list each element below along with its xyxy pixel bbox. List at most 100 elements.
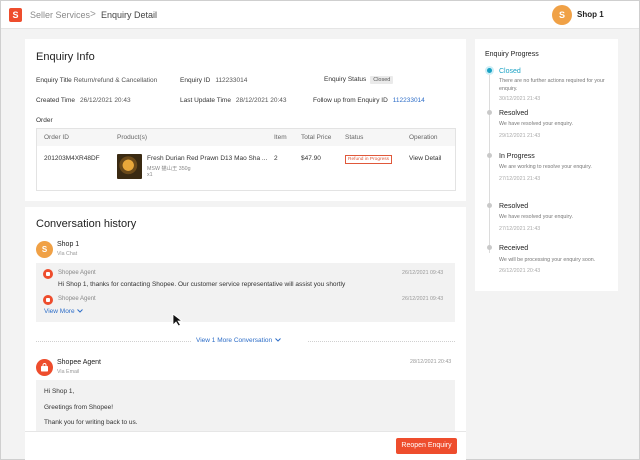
shopee-agent-icon [43,269,53,279]
user-avatar[interactable]: S [552,5,572,25]
last-update-label: Last Update Time [180,97,231,104]
thread-sender-name: Shop 1 [57,241,80,248]
last-update-value: 28/12/2021 20:43 [235,97,287,104]
thread-sender-name: Shopee Agent [57,359,101,366]
created-time-row: Created Time 26/12/2021 20:43 [36,97,131,104]
chevron-down-icon [77,309,84,313]
shopping-bag-icon [41,363,48,372]
item-cell: 2 [274,155,278,162]
app-window: S Seller Services > Enquiry Detail S Sho… [0,0,640,460]
shop-avatar: S [36,241,53,258]
step-desc: There are no further actions required fo… [499,78,605,92]
reopen-enquiry-button[interactable]: Reopen Enquiry [396,438,457,454]
col-item: Item [274,134,287,141]
product-image [117,154,142,179]
enquiry-title-label: Enquiry Title [36,77,72,84]
message-thread-box: Shopee Agent 26/12/2021 09:43 Hi Shop 1,… [36,263,455,322]
col-total-price: Total Price [301,134,332,141]
order-table: Order ID Product(s) Item Total Price Sta… [36,128,456,191]
step-desc: We are working to resolve your enquiry. [499,164,592,170]
mouse-cursor-icon [172,313,184,327]
enquiry-id-value: 112233014 [215,77,248,84]
step-desc: We will be processing your enquiry soon. [499,257,596,263]
enquiry-status-row: Enquiry Status Closed [324,76,394,84]
view-detail-link[interactable]: View Detail [409,155,441,162]
enquiry-title-value: Return/refund & Cancellation [73,77,158,84]
step-time: 26/12/2021 20:43 [499,268,541,274]
product-qty: x1 [147,172,153,178]
enquiry-info-title: Enquiry Info [36,51,95,63]
product-variant: MSW 猫山王 350g [147,166,191,172]
message-time: 26/12/2021 09:43 [402,296,444,302]
step-title: Resolved [499,110,529,117]
message-sender: Shopee Agent [58,296,96,302]
created-time-label: Created Time [36,97,76,104]
step-time: 27/12/2021 21:43 [499,176,541,182]
step-title: Resolved [499,203,529,210]
step-time: 30/12/2021 21:43 [499,96,541,102]
created-time-value: 26/12/2021 20:43 [79,97,131,104]
followup-row: Follow up from Enquiry ID 112233014 [313,97,425,104]
total-price-cell: $47.90 [301,155,321,162]
progress-title: Enquiry Progress [485,51,539,58]
step-time: 29/12/2021 21:43 [499,133,541,139]
col-products: Product(s) [117,134,147,141]
enquiry-status-label: Enquiry Status [324,76,367,83]
order-label: Order [36,117,53,124]
product-name: Fresh Durian Red Prawn D13 Mao Sha ... [147,155,268,162]
refund-status-badge: Refund in Progress [345,155,393,164]
user-name[interactable]: Shop 1 [577,10,604,19]
step-time: 27/12/2021 21:43 [499,226,541,232]
email-line: Hi Shop 1, [44,388,75,395]
step-desc: We have resolved your enquiry. [499,214,573,220]
enquiry-id-label: Enquiry ID [180,77,211,84]
conversation-title: Conversation history [36,218,137,230]
conversation-card: Conversation history S Shop 1 Via Chat S… [25,207,466,435]
col-order-id: Order ID [44,134,69,141]
divider-left [36,341,191,342]
enquiry-title-row: Enquiry Title Return/refund & Cancellati… [36,77,157,84]
order-id-cell: 201203M4XR48DF [44,155,100,162]
message-text: Hi Shop 1, thanks for contacting Shopee.… [58,281,346,288]
shopee-logo-icon: S [9,8,22,22]
step-title: Received [499,245,529,252]
step-title: In Progress [499,153,535,160]
step-dot [487,203,492,208]
step-dot [487,110,492,115]
email-body-box: Hi Shop 1, Greetings from Shopee! Thank … [36,380,455,435]
more-conversation-row: View 1 More Conversation [36,337,455,345]
view-more-conversation-link[interactable]: View 1 More Conversation [196,337,281,344]
col-operation: Operation [409,134,438,141]
followup-label: Follow up from Enquiry ID [313,97,388,104]
shopee-agent-avatar [36,359,53,376]
view-more-conversation-label: View 1 More Conversation [196,337,273,344]
view-more-link[interactable]: View More [44,308,84,315]
step-dot [487,153,492,158]
shopee-agent-icon [43,295,53,305]
table-header: Order ID Product(s) Item Total Price Sta… [37,129,455,146]
message-time: 26/12/2021 09:43 [402,270,444,276]
thread-via: Via Email [57,369,80,375]
divider-right [308,341,455,342]
view-more-label: View More [44,308,75,315]
chevron-right-icon: > [90,9,96,20]
thread-via: Via Chat [57,251,78,257]
thread-time: 28/12/2021 20:43 [410,359,452,365]
followup-enquiry-link[interactable]: 112233014 [393,97,425,104]
breadcrumb-seller-services[interactable]: Seller Services [30,10,90,20]
enquiry-progress-panel: Enquiry Progress Closed There are no fur… [475,39,618,291]
email-line: Thank you for writing back to us. [44,419,138,426]
message-sender: Shopee Agent [58,270,96,276]
enquiry-id-row: Enquiry ID 112233014 [180,77,247,84]
col-status: Status [345,134,364,141]
step-dot [487,245,492,250]
last-update-row: Last Update Time 28/12/2021 20:43 [180,97,287,104]
step-desc: We have resolved your enquiry. [499,121,573,127]
email-line: Greetings from Shopee! [44,404,114,411]
timeline-line [489,73,490,253]
step-dot-active [487,68,492,73]
step-title: Closed [499,68,521,75]
chevron-down-icon [275,338,281,342]
top-bar: S Seller Services > Enquiry Detail S Sho… [1,1,639,29]
status-badge: Closed [370,76,394,84]
